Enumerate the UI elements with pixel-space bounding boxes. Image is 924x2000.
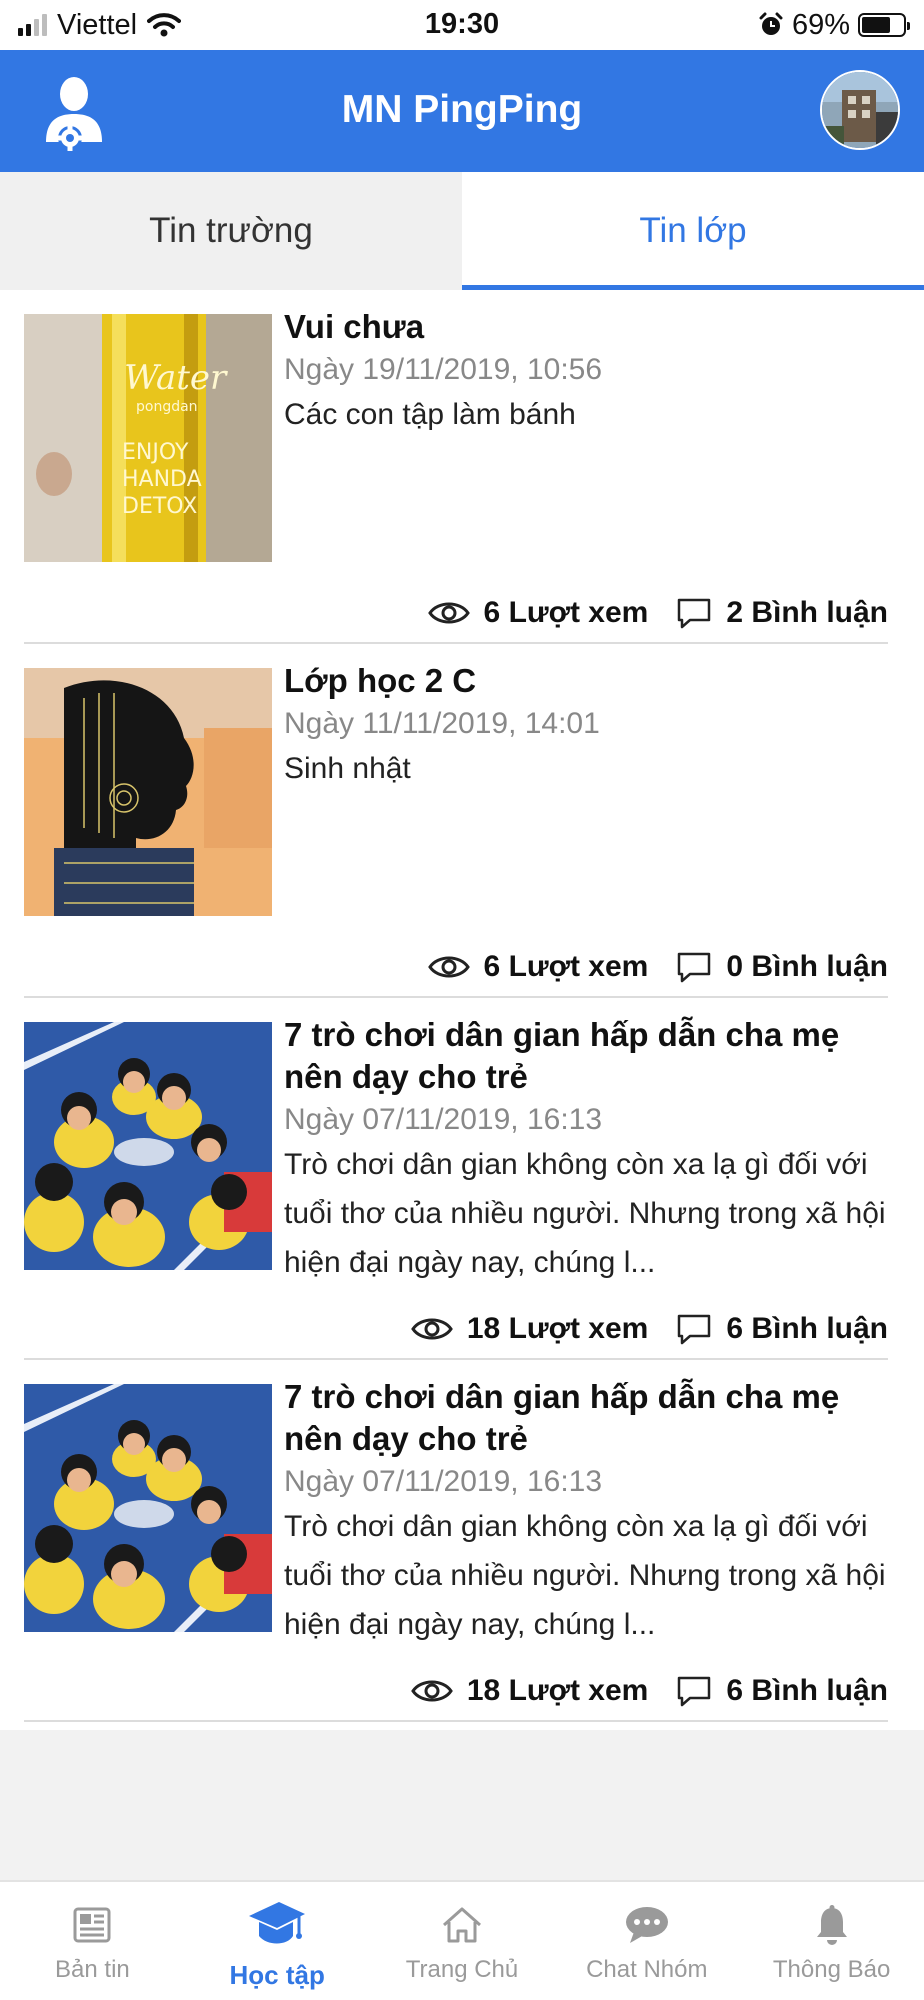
battery-icon (858, 13, 910, 37)
svg-text:pongdan: pongdan (136, 399, 198, 415)
comments-count: 6 Bình luận (726, 1674, 888, 1707)
comments-stat[interactable]: 6 Bình luận (676, 1312, 888, 1346)
nav-item-thong-bao[interactable]: Thông Báo (739, 1882, 924, 2000)
user-settings-button[interactable] (40, 70, 112, 154)
home-icon (442, 1907, 481, 1943)
battery-percent: 69% (791, 8, 850, 41)
nav-item-hoc-tap[interactable]: Học tập (185, 1882, 370, 2000)
views-count: 6 Lượt xem (483, 950, 649, 983)
views-stat: 6 Lượt xem (427, 596, 649, 630)
nav-label: Thông Báo (772, 1956, 891, 1983)
status-bar: Viettel 19:30 69% (0, 0, 924, 50)
comments-stat[interactable]: 6 Bình luận (676, 1674, 888, 1708)
post-date: Ngày 07/11/2019, 16:13 (284, 1103, 603, 1136)
news-feed: Water pongdan ENJOY HANDA DETOX Vui chưa… (0, 290, 924, 1730)
comments-count: 6 Bình luận (726, 1312, 888, 1345)
chat-bubble-icon (625, 1907, 668, 1943)
views-stat: 18 Lượt xem (411, 1674, 648, 1708)
graduation-cap-icon (249, 1902, 306, 1944)
post-item[interactable]: Lớp học 2 C Ngày 11/11/2019, 14:01 Sinh … (24, 644, 888, 998)
post-stats: 18 Lượt xem 6 Bình luận (411, 1674, 888, 1708)
svg-text:DETOX: DETOX (122, 494, 197, 519)
news-tabs: Tin trường Tin lớp (0, 172, 924, 290)
post-title: Lớp học 2 C (284, 662, 477, 699)
avatar[interactable] (820, 70, 900, 150)
post-excerpt: Trò chơi dân gian không còn xa lạ gì đối… (284, 1148, 886, 1279)
post-excerpt: Sinh nhật (284, 752, 411, 785)
bottom-nav: Bản tin Học tập Trang Chủ Chat Nhóm Thôn… (0, 1880, 924, 2000)
tab-class-news[interactable]: Tin lớp (462, 172, 924, 290)
post-thumbnail: Water pongdan ENJOY HANDA DETOX (24, 314, 272, 562)
eye-icon (411, 1318, 453, 1340)
post-date: Ngày 19/11/2019, 10:56 (284, 353, 603, 386)
nav-item-trang-chu[interactable]: Trang Chủ (370, 1882, 555, 2000)
post-stats: 6 Lượt xem 0 Bình luận (427, 950, 888, 984)
bell-icon (816, 1905, 847, 1945)
comment-icon (678, 952, 711, 983)
svg-text:Water: Water (124, 358, 228, 398)
eye-icon (427, 602, 470, 624)
post-date: Ngày 11/11/2019, 14:01 (284, 707, 600, 740)
alarm-icon (759, 12, 783, 35)
post-title: 7 trò chơi dân gian hấp dẫn cha mẹ nên d… (284, 1378, 840, 1457)
comments-stat[interactable]: 2 Bình luận (676, 596, 888, 630)
post-item[interactable]: Water pongdan ENJOY HANDA DETOX Vui chưa… (24, 290, 888, 644)
post-item[interactable]: 7 trò chơi dân gian hấp dẫn cha mẹ nên d… (24, 1360, 888, 1722)
views-stat: 6 Lượt xem (427, 950, 649, 984)
newspaper-icon (73, 1907, 111, 1943)
svg-text:ENJOY: ENJOY (122, 440, 189, 465)
comments-count: 0 Bình luận (726, 950, 888, 983)
post-thumbnail (24, 1384, 272, 1632)
comment-icon (678, 598, 711, 629)
post-excerpt: Các con tập làm bánh (284, 398, 576, 431)
nav-label: Chat Nhóm (586, 1956, 708, 1983)
post-excerpt: Trò chơi dân gian không còn xa lạ gì đối… (284, 1510, 886, 1641)
post-title: 7 trò chơi dân gian hấp dẫn cha mẹ nên d… (284, 1016, 840, 1095)
post-item[interactable]: 7 trò chơi dân gian hấp dẫn cha mẹ nên d… (24, 998, 888, 1360)
nav-item-ban-tin[interactable]: Bản tin (0, 1882, 185, 2000)
post-stats: 18 Lượt xem 6 Bình luận (411, 1312, 888, 1346)
post-body: Vui chưa Ngày 19/11/2019, 10:56 Các con … (284, 306, 888, 439)
comments-count: 2 Bình luận (726, 596, 888, 629)
views-count: 18 Lượt xem (466, 1674, 649, 1707)
app-header: MN PingPing (0, 50, 924, 172)
post-body: 7 trò chơi dân gian hấp dẫn cha mẹ nên d… (284, 1376, 888, 1649)
eye-icon (427, 956, 470, 978)
post-thumbnail (24, 1022, 272, 1270)
eye-icon (411, 1680, 453, 1702)
avatar-photo (822, 72, 898, 148)
nav-label: Bản tin (55, 1956, 130, 1983)
comment-icon (678, 1676, 711, 1707)
views-count: 18 Lượt xem (466, 1312, 649, 1345)
views-stat: 18 Lượt xem (411, 1312, 648, 1346)
svg-text:HANDA: HANDA (122, 467, 202, 492)
nav-label: Trang Chủ (405, 1956, 519, 1983)
post-title: Vui chưa (284, 308, 425, 345)
nav-item-chat-nhom[interactable]: Chat Nhóm (554, 1882, 739, 2000)
post-stats: 6 Lượt xem 2 Bình luận (427, 596, 888, 630)
comment-icon (678, 1314, 711, 1345)
nav-label: Học tập (229, 1960, 325, 1990)
views-count: 6 Lượt xem (483, 596, 649, 629)
app-title: MN PingPing (341, 88, 583, 131)
comments-stat[interactable]: 0 Bình luận (676, 950, 888, 984)
post-thumbnail (24, 668, 272, 916)
post-body: 7 trò chơi dân gian hấp dẫn cha mẹ nên d… (284, 1014, 888, 1287)
post-body: Lớp học 2 C Ngày 11/11/2019, 14:01 Sinh … (284, 660, 888, 793)
user-settings-icon (46, 77, 102, 151)
tab-school-news[interactable]: Tin trường (0, 172, 462, 290)
status-right: 69% (758, 8, 910, 42)
post-date: Ngày 07/11/2019, 16:13 (284, 1465, 603, 1498)
